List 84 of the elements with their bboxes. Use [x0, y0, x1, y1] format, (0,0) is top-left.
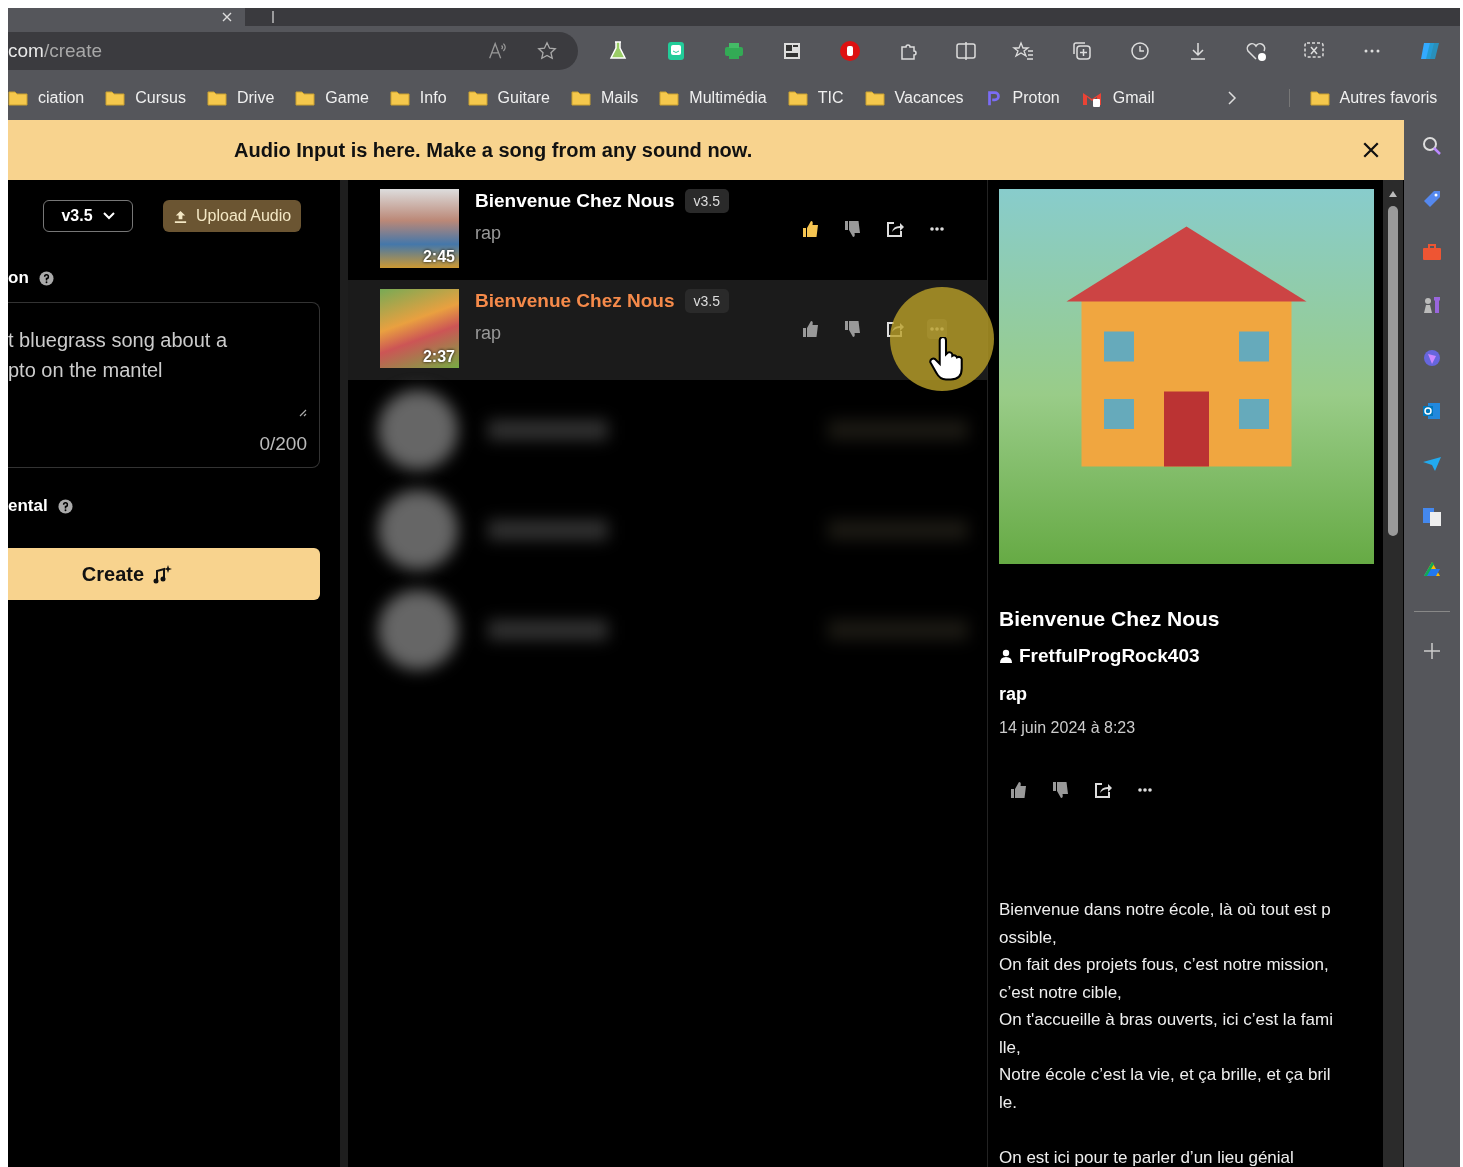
- lyrics-line: Bienvenue dans notre école, là où tout est p: [999, 899, 1332, 921]
- version-tag: v3.5: [684, 289, 729, 313]
- lyrics-line: Notre école c’est la vie, et ça brille, et ça bril: [999, 1064, 1332, 1086]
- song-genre: rap: [475, 223, 502, 244]
- star-icon[interactable]: [536, 40, 558, 62]
- prompt-text: t bluegrass song about a pto on the mantel: [8, 328, 228, 383]
- model-dropdown[interactable]: v3.5: [43, 200, 133, 232]
- folder-icon: [787, 90, 808, 106]
- bookmark[interactable]: Drive: [206, 89, 275, 107]
- thumbs-down-icon[interactable]: [1051, 780, 1071, 800]
- create-button[interactable]: Create: [8, 548, 320, 600]
- bookmark[interactable]: Mails: [571, 89, 639, 107]
- folder-icon: [864, 90, 885, 106]
- bookmark[interactable]: Game: [295, 89, 369, 107]
- folder-icon: [571, 90, 591, 106]
- bookmark[interactable]: Info: [389, 89, 447, 107]
- lyrics-line: lle,: [999, 1036, 1022, 1059]
- upload-audio-button[interactable]: Upload Audio: [163, 200, 302, 232]
- upload-icon: [173, 208, 188, 224]
- bookmark[interactable]: Guitare: [467, 89, 550, 107]
- folder-icon: [659, 90, 680, 106]
- song-duration: 2:45: [422, 248, 455, 266]
- folder-icon: [206, 90, 227, 106]
- folder-icon: [389, 90, 410, 106]
- character-counter: 0/200: [259, 433, 307, 455]
- lyrics-line: On fait des projets fous, c’est notre mission,: [999, 954, 1330, 976]
- thumbs-down-icon[interactable]: [843, 219, 863, 239]
- song-row[interactable]: 2:45 Bienvenue Chez Nous v3.5 rap: [348, 180, 987, 280]
- folder-icon: [295, 90, 316, 106]
- song-genre: rap: [999, 684, 1028, 705]
- scroll-up-icon[interactable]: [1388, 190, 1398, 198]
- history-icon[interactable]: [1128, 39, 1152, 63]
- help-icon[interactable]: [38, 270, 54, 286]
- url-text: com/create: [8, 40, 103, 62]
- close-icon[interactable]: [1362, 141, 1380, 159]
- field-label: ental: [8, 496, 48, 516]
- share-icon[interactable]: [1093, 780, 1113, 800]
- song-title: Bienvenue Chez Nous: [475, 190, 675, 212]
- bookmark[interactable]: Proton: [984, 89, 1060, 107]
- song-title: Bienvenue Chez Nous: [999, 607, 1221, 631]
- song-duration: 2:37: [422, 348, 455, 366]
- song-title: Bienvenue Chez Nous: [475, 290, 675, 312]
- song-date: 14 juin 2024 à 8:23: [999, 719, 1137, 737]
- bookmark[interactable]: ciation: [8, 89, 85, 107]
- field-label: on: [8, 268, 29, 288]
- hand-cursor-icon: [927, 337, 965, 381]
- scrollbar-thumb[interactable]: [1388, 206, 1398, 536]
- collections-icon[interactable]: [1070, 39, 1094, 63]
- chevron-right-icon[interactable]: [1225, 90, 1238, 106]
- folder-icon: [467, 90, 488, 106]
- bookmark[interactable]: Autres favoris: [1288, 89, 1438, 107]
- bookmark[interactable]: TIC: [787, 89, 844, 107]
- folder-icon: [105, 90, 126, 106]
- version-tag: v3.5: [684, 189, 729, 213]
- user-icon: [999, 649, 1013, 663]
- song-genre: rap: [475, 323, 502, 344]
- thumbs-up-icon[interactable]: [801, 319, 821, 339]
- bookmark[interactable]: Cursus: [105, 89, 186, 107]
- lyrics-line: le.: [999, 1091, 1018, 1114]
- split-screen-icon[interactable]: [954, 39, 978, 63]
- share-icon[interactable]: [885, 219, 905, 239]
- chevron-down-icon: [102, 212, 115, 220]
- lyrics-line: ossible,: [999, 926, 1058, 949]
- help-icon[interactable]: [57, 498, 73, 514]
- lyrics-line: On est ici pour te parler d’un lieu génial: [999, 1147, 1295, 1167]
- prompt-textarea[interactable]: t bluegrass song about a pto on the mantel 0/200: [8, 302, 320, 468]
- add-icon[interactable]: [1422, 641, 1442, 661]
- scrollbar[interactable]: [1383, 180, 1403, 1167]
- lyrics-line: c’est notre cible,: [999, 981, 1123, 1004]
- folder-icon: [1309, 90, 1330, 106]
- bookmark[interactable]: Vacances: [864, 89, 964, 107]
- music-sparkle-icon: [152, 564, 173, 584]
- thumbs-up-icon[interactable]: [1009, 780, 1029, 800]
- banner-text: Audio Input is here. Make a song from any sound now.: [234, 138, 753, 162]
- bookmark[interactable]: Gmail: [1080, 89, 1155, 107]
- favorites-icon[interactable]: [1012, 39, 1036, 63]
- thumbs-up-icon[interactable]: [801, 219, 821, 239]
- lyrics-line: On t'accueille à bras ouverts, ici c’est la fami: [999, 1009, 1334, 1031]
- folder-icon: [8, 90, 28, 106]
- author-name[interactable]: FretfulProgRock403: [1019, 645, 1200, 667]
- resize-handle-icon[interactable]: [299, 409, 307, 417]
- thumbs-down-icon[interactable]: [843, 319, 863, 339]
- address-bar[interactable]: com/create: [8, 32, 578, 70]
- bookmark[interactable]: Multimédia: [659, 89, 767, 107]
